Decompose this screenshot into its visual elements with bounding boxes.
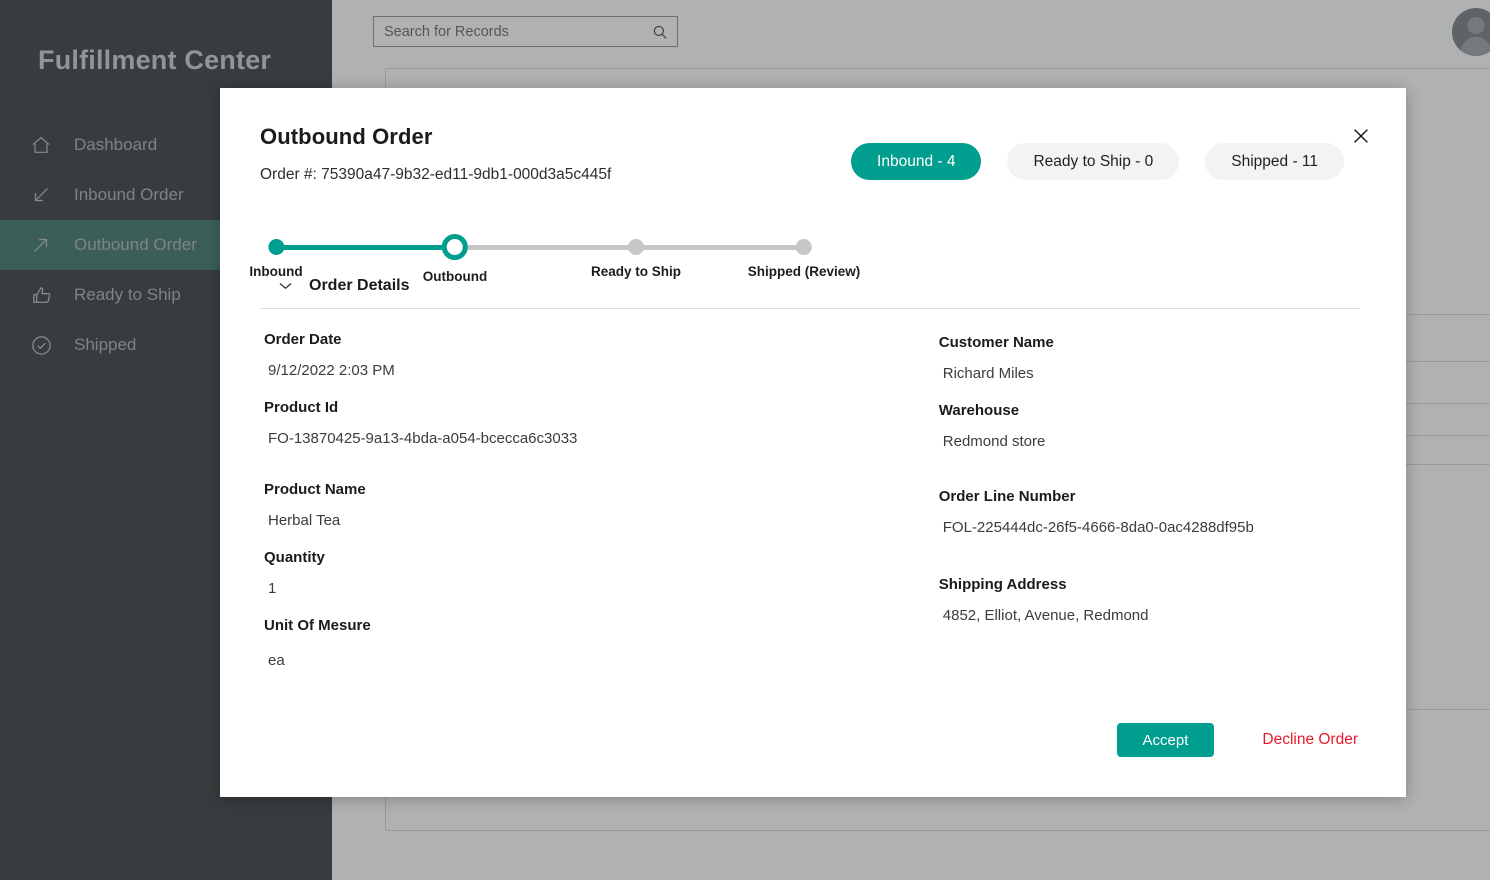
step-label: Outbound: [422, 269, 488, 284]
details-column-right: Customer Name Richard Miles Warehouse Re…: [939, 323, 1358, 681]
field-label: Unit Of Mesure: [264, 617, 371, 634]
field-value: Richard Miles: [942, 365, 1034, 382]
order-details-fields: Order Date 9/12/2022 2:03 PM Product Id …: [260, 323, 1358, 681]
close-icon[interactable]: [1346, 121, 1376, 151]
modal-actions: Accept Decline Order: [1116, 723, 1358, 757]
step-label: Inbound: [249, 264, 303, 279]
field-label: Customer Name: [938, 334, 1054, 351]
app-root: Fulfillment Center Dashboard Inbound Ord…: [0, 0, 1490, 880]
step-dot: [267, 239, 284, 255]
order-details-title: Order Details: [309, 276, 410, 294]
order-progress-stepper: Inbound Outbound Ready to Ship Shipped (…: [249, 214, 860, 284]
step-inbound[interactable]: Inbound: [249, 214, 303, 279]
field-value: FO-13870425-9a13-4bda-a054-bcecca6c3033: [268, 430, 578, 447]
step-outbound[interactable]: Outbound: [423, 214, 487, 284]
status-pill-inbound[interactable]: Inbound - 4: [851, 143, 982, 180]
field-order-date: Order Date 9/12/2022 2:03 PM: [264, 323, 939, 389]
step-label: Shipped (Review): [747, 264, 861, 279]
field-value: Redmond store: [942, 433, 1046, 450]
field-label: Warehouse: [938, 402, 1020, 419]
field-value: 1: [268, 580, 277, 597]
field-label: Shipping Address: [938, 576, 1067, 593]
field-value: Herbal Tea: [268, 512, 341, 529]
details-column-left: Order Date 9/12/2022 2:03 PM Product Id …: [260, 323, 939, 681]
field-product-name: Product Name Herbal Tea: [264, 473, 939, 539]
field-label: Product Name: [264, 481, 366, 498]
status-pill-shipped[interactable]: Shipped - 11: [1205, 143, 1344, 180]
field-quantity: Quantity 1: [264, 541, 939, 607]
field-value: 9/12/2022 2:03 PM: [268, 362, 395, 379]
section-divider: [260, 308, 1360, 309]
field-label: Order Date: [264, 331, 342, 348]
step-dot: [795, 239, 812, 255]
field-unit-of-mesure: Unit Of Mesure ea: [264, 609, 939, 679]
field-product-id: Product Id FO-13870425-9a13-4bda-a054-bc…: [264, 391, 939, 471]
accept-button[interactable]: Accept: [1116, 723, 1215, 757]
field-label: Quantity: [264, 549, 325, 566]
status-pill-group: Inbound - 4 Ready to Ship - 0 Shipped - …: [851, 143, 1344, 180]
field-value: ea: [268, 652, 285, 669]
field-order-line-number: Order Line Number FOL-225444dc-26f5-4666…: [939, 480, 1358, 566]
status-pill-ready-to-ship[interactable]: Ready to Ship - 0: [1007, 143, 1180, 180]
step-label: Ready to Ship: [590, 264, 682, 279]
step-dot: [441, 234, 468, 260]
outbound-order-modal: Outbound Order Inbound - 4 Ready to Ship…: [220, 88, 1406, 797]
decline-order-button[interactable]: Decline Order: [1262, 731, 1358, 749]
field-shipping-address: Shipping Address 4852, Elliot, Avenue, R…: [939, 568, 1358, 634]
step-shipped-review[interactable]: Shipped (Review): [747, 214, 861, 279]
field-label: Order Line Number: [938, 488, 1076, 505]
field-value: 4852, Elliot, Avenue, Redmond: [942, 607, 1149, 624]
field-warehouse: Warehouse Redmond store: [939, 394, 1358, 478]
field-value: FOL-225444dc-26f5-4666-8da0-0ac4288df95b: [942, 519, 1254, 536]
step-ready-to-ship[interactable]: Ready to Ship: [591, 214, 681, 279]
field-label: Product Id: [264, 399, 339, 416]
step-dot: [627, 239, 644, 255]
field-customer-name: Customer Name Richard Miles: [939, 323, 1358, 392]
